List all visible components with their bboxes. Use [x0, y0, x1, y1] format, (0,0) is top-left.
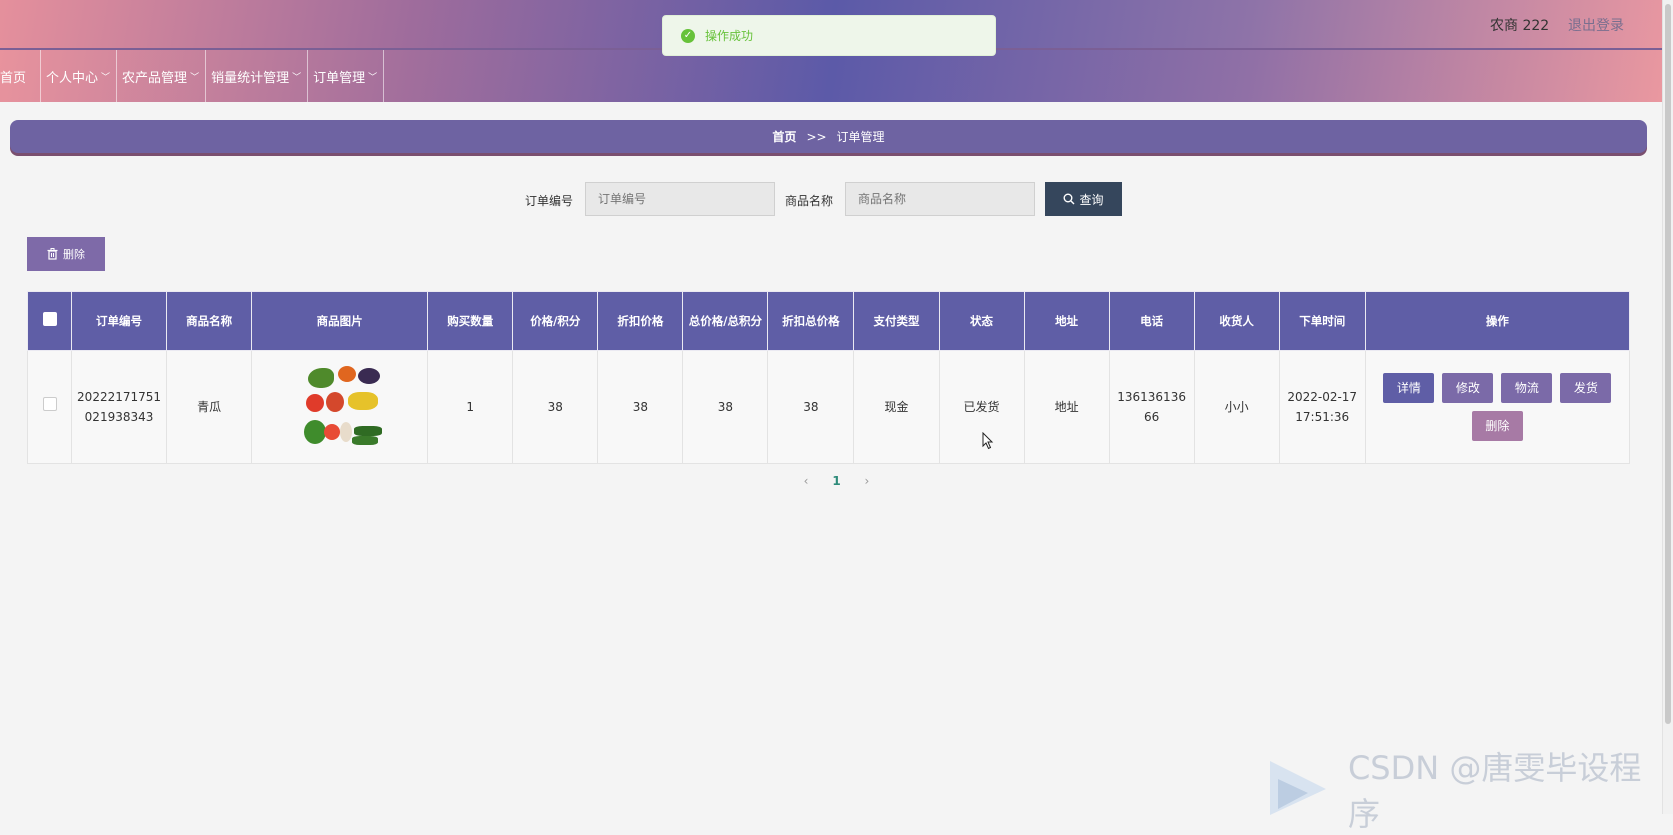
page-scrollbar[interactable] [1662, 0, 1673, 814]
order-time-cell: 2022-02-17 17:51:36 [1278, 350, 1366, 464]
nav-item-sales-stats[interactable]: 销量统计管理 ﹀ [206, 50, 309, 102]
chevron-down-icon: ﹀ [101, 72, 111, 83]
row-select-cell[interactable] [26, 350, 73, 464]
logistics-button[interactable]: 物流 [1501, 373, 1553, 403]
column-header: 价格/积分 [512, 291, 599, 351]
success-toast: ✓ 操作成功 [662, 15, 996, 56]
chevron-down-icon: ﹀ [368, 72, 378, 83]
nav-item-personal-center[interactable]: 个人中心 ﹀ [41, 50, 118, 102]
address-cell: 地址 [1023, 350, 1110, 464]
receiver-cell: 小小 [1193, 350, 1280, 464]
trash-icon [47, 248, 58, 260]
batch-delete-label: 删除 [63, 248, 85, 261]
batch-delete-button[interactable]: 删除 [27, 237, 105, 271]
column-header: 商品图片 [251, 291, 429, 351]
order-no-cell: 20222171751021938343 [71, 350, 168, 464]
column-header: 订单编号 [71, 291, 168, 351]
discount-total-cell: 38 [767, 350, 855, 464]
product-name-cell: 青瓜 [166, 350, 253, 464]
chevron-down-icon: ﹀ [190, 72, 200, 83]
mouse-cursor-icon [982, 432, 994, 450]
phone-cell: 13613613666 [1108, 350, 1195, 464]
scrollbar-thumb[interactable] [1665, 4, 1671, 724]
column-header: 下单时间 [1278, 291, 1366, 351]
breadcrumb: 首页 >> 订单管理 [10, 120, 1647, 153]
breadcrumb-separator: >> [806, 129, 827, 144]
select-all-checkbox[interactable] [42, 311, 57, 326]
prev-page-button[interactable]: ‹ [804, 474, 809, 488]
order-table: 订单编号 商品名称 商品图片 购买数量 价格/积分 折扣价格 总价格/总积分 折… [26, 291, 1631, 464]
breadcrumb-current: 订单管理 [836, 130, 885, 144]
row-actions: 详情 修改 物流 发货 删除 [1377, 373, 1617, 441]
edit-button[interactable]: 修改 [1442, 373, 1494, 403]
pagination: ‹ 1 › [0, 474, 1673, 488]
column-header: 折扣总价格 [767, 291, 855, 351]
query-button[interactable]: 查询 [1045, 182, 1122, 216]
column-header: 地址 [1023, 291, 1110, 351]
column-header: 商品名称 [166, 291, 253, 351]
nav-item-product-management[interactable]: 农产品管理 ﹀ [117, 50, 207, 102]
table-row: 20222171751021938343 青瓜 1 38 38 38 38 现金… [26, 350, 1631, 464]
row-checkbox[interactable] [42, 397, 57, 411]
search-icon [1063, 193, 1075, 205]
breadcrumb-home[interactable]: 首页 [772, 128, 796, 145]
order-no-input[interactable] [585, 182, 775, 216]
column-header: 购买数量 [427, 291, 514, 351]
watermark-logo-icon [1269, 761, 1326, 815]
discount-price-cell: 38 [597, 350, 684, 464]
nav-label: 个人中心 [46, 70, 99, 86]
order-no-label: 订单编号 [525, 194, 574, 208]
nav-item-home[interactable]: 首页 [0, 50, 42, 102]
total-price-cell: 38 [682, 350, 769, 464]
logout-link[interactable]: 退出登录 [1568, 15, 1624, 35]
pay-type-cell: 现金 [853, 350, 940, 464]
column-header: 支付类型 [853, 291, 940, 351]
detail-button[interactable]: 详情 [1383, 373, 1435, 403]
product-name-label: 商品名称 [785, 194, 834, 208]
delete-button[interactable]: 删除 [1471, 411, 1523, 441]
nav-label: 订单管理 [313, 70, 366, 86]
select-all-cell[interactable] [26, 291, 73, 351]
nav-label: 首页 [0, 70, 27, 86]
actions-cell: 详情 修改 物流 发货 删除 [1364, 350, 1631, 464]
toast-message: 操作成功 [705, 29, 754, 43]
table-header-row: 订单编号 商品名称 商品图片 购买数量 价格/积分 折扣价格 总价格/总积分 折… [26, 291, 1631, 351]
next-page-button[interactable]: › [865, 474, 870, 488]
product-image-cell [251, 350, 429, 464]
current-page[interactable]: 1 [832, 474, 840, 488]
query-button-label: 查询 [1079, 192, 1104, 207]
quantity-cell: 1 [427, 350, 514, 464]
product-name-input[interactable] [845, 182, 1035, 216]
column-header: 电话 [1108, 291, 1195, 351]
watermark-text: CSDN @唐雯毕设程序 [1347, 749, 1642, 833]
column-header: 操作 [1364, 291, 1631, 351]
price-cell: 38 [512, 350, 599, 464]
check-circle-icon: ✓ [681, 28, 695, 43]
column-header: 折扣价格 [597, 291, 684, 351]
product-image [300, 364, 382, 450]
nav-label: 销量统计管理 [211, 70, 290, 86]
column-header: 状态 [938, 291, 1025, 351]
column-header: 收货人 [1193, 291, 1280, 351]
column-header: 总价格/总积分 [682, 291, 769, 351]
nav-item-order-management[interactable]: 订单管理 ﹀ [308, 50, 385, 102]
watermark: CSDN @唐雯毕设程序 [1268, 743, 1673, 835]
ship-button[interactable]: 发货 [1560, 373, 1612, 403]
current-user: 农商 222 [1490, 18, 1550, 34]
main-menu: 首页 个人中心 ﹀ 农产品管理 ﹀ 销量统计管理 ﹀ 订单管理 ﹀ [0, 50, 385, 102]
chevron-down-icon: ﹀ [292, 72, 302, 83]
nav-label: 农产品管理 [122, 70, 188, 86]
